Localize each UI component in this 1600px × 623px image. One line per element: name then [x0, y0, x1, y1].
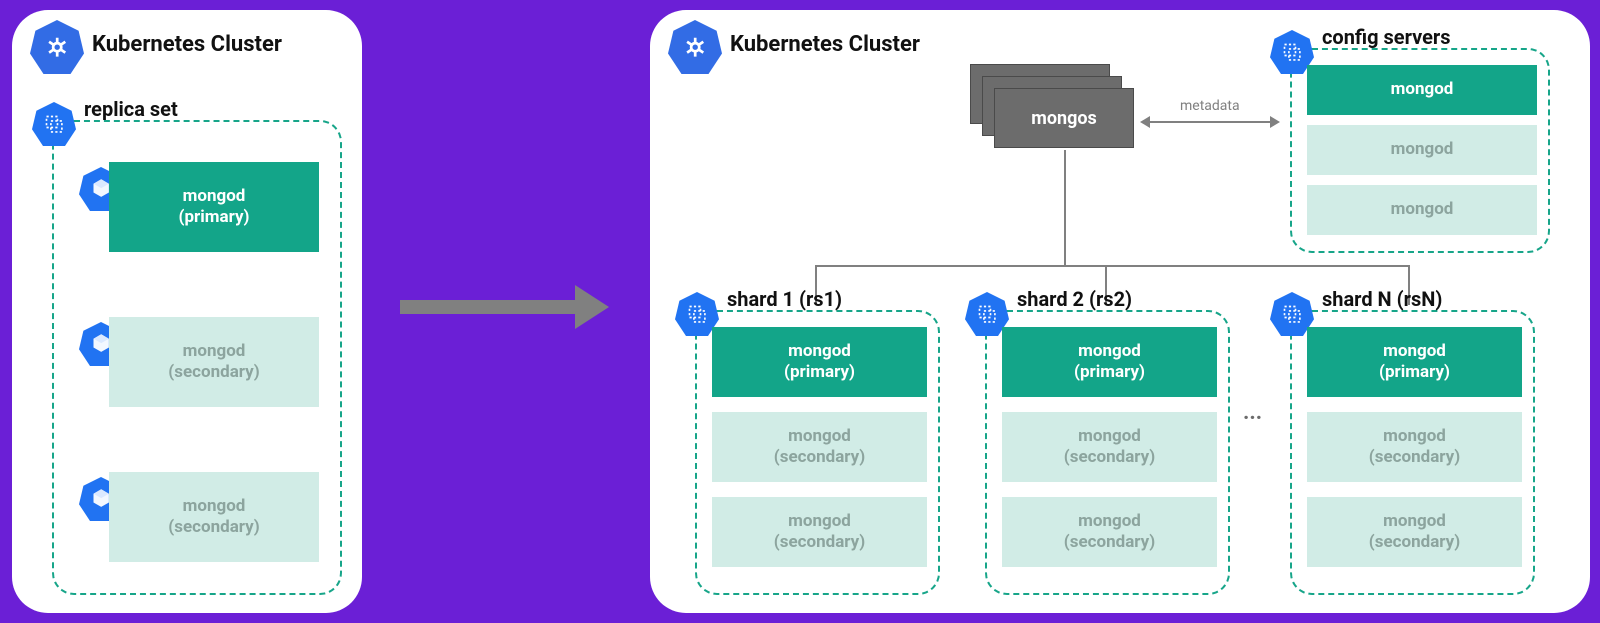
shard-node-secondary: mongod (secondary) — [712, 497, 927, 567]
config-servers-label: config servers — [1322, 25, 1451, 49]
replica-set-group: replica set mongod (primary) mongod (sec… — [52, 120, 342, 595]
node-label-l2: (secondary) — [168, 517, 259, 538]
metadata-connector — [1150, 121, 1270, 123]
shard-n-group: shard N (rsN) mongod (primary) mongod (s… — [1290, 310, 1535, 595]
arrowhead-left-icon — [1140, 116, 1150, 128]
node-label-l1: mongod — [183, 186, 246, 207]
shard-node-secondary: mongod (secondary) — [712, 412, 927, 482]
shard-2-label: shard 2 (rs2) — [1017, 287, 1132, 311]
kubernetes-logo-icon — [668, 20, 722, 74]
shard-node-primary: mongod (primary) — [712, 327, 927, 397]
right-cluster-title: Kubernetes Cluster — [730, 32, 920, 57]
arrowhead-right-icon — [1270, 116, 1280, 128]
replica-node-secondary: mongod (secondary) — [109, 472, 319, 562]
left-cluster-title: Kubernetes Cluster — [92, 32, 282, 57]
shard-node-secondary: mongod (secondary) — [1002, 412, 1217, 482]
shard-2-group: shard 2 (rs2) mongod (primary) mongod (s… — [985, 310, 1230, 595]
connector-line — [815, 265, 1410, 267]
node-label-l1: mongod — [183, 496, 246, 517]
config-servers-group: config servers mongod mongod mongod — [1290, 48, 1550, 253]
replica-set-label: replica set — [84, 97, 178, 121]
shard-node-primary: mongod (primary) — [1307, 327, 1522, 397]
migration-arrow-icon — [400, 285, 609, 329]
shard-1-group: shard 1 (rs1) mongod (primary) mongod (s… — [695, 310, 940, 595]
node-label-l2: (secondary) — [168, 362, 259, 383]
config-node-primary: mongod — [1307, 65, 1537, 115]
replicaset-icon — [32, 102, 76, 146]
shard-node-primary: mongod (primary) — [1002, 327, 1217, 397]
right-kubernetes-cluster: Kubernetes Cluster mongos metadata confi… — [650, 10, 1590, 613]
mongos-label: mongos — [1031, 108, 1097, 129]
replica-node-primary: mongod (primary) — [109, 162, 319, 252]
kubernetes-logo-icon — [30, 20, 84, 74]
shard-node-secondary: mongod (secondary) — [1307, 412, 1522, 482]
shard-node-secondary: mongod (secondary) — [1002, 497, 1217, 567]
node-label-l1: mongod — [183, 341, 246, 362]
replica-node-secondary: mongod (secondary) — [109, 317, 319, 407]
node-label-l2: (primary) — [179, 207, 250, 228]
shard-ellipsis: ... — [1243, 400, 1262, 425]
config-node-secondary: mongod — [1307, 185, 1537, 235]
left-kubernetes-cluster: Kubernetes Cluster replica set mongod (p… — [12, 10, 362, 613]
connector-line — [1064, 150, 1066, 265]
shard-node-secondary: mongod (secondary) — [1307, 497, 1522, 567]
shard-1-label: shard 1 (rs1) — [727, 287, 842, 311]
shard-n-label: shard N (rsN) — [1322, 287, 1442, 311]
config-node-secondary: mongod — [1307, 125, 1537, 175]
metadata-label: metadata — [1180, 98, 1240, 114]
